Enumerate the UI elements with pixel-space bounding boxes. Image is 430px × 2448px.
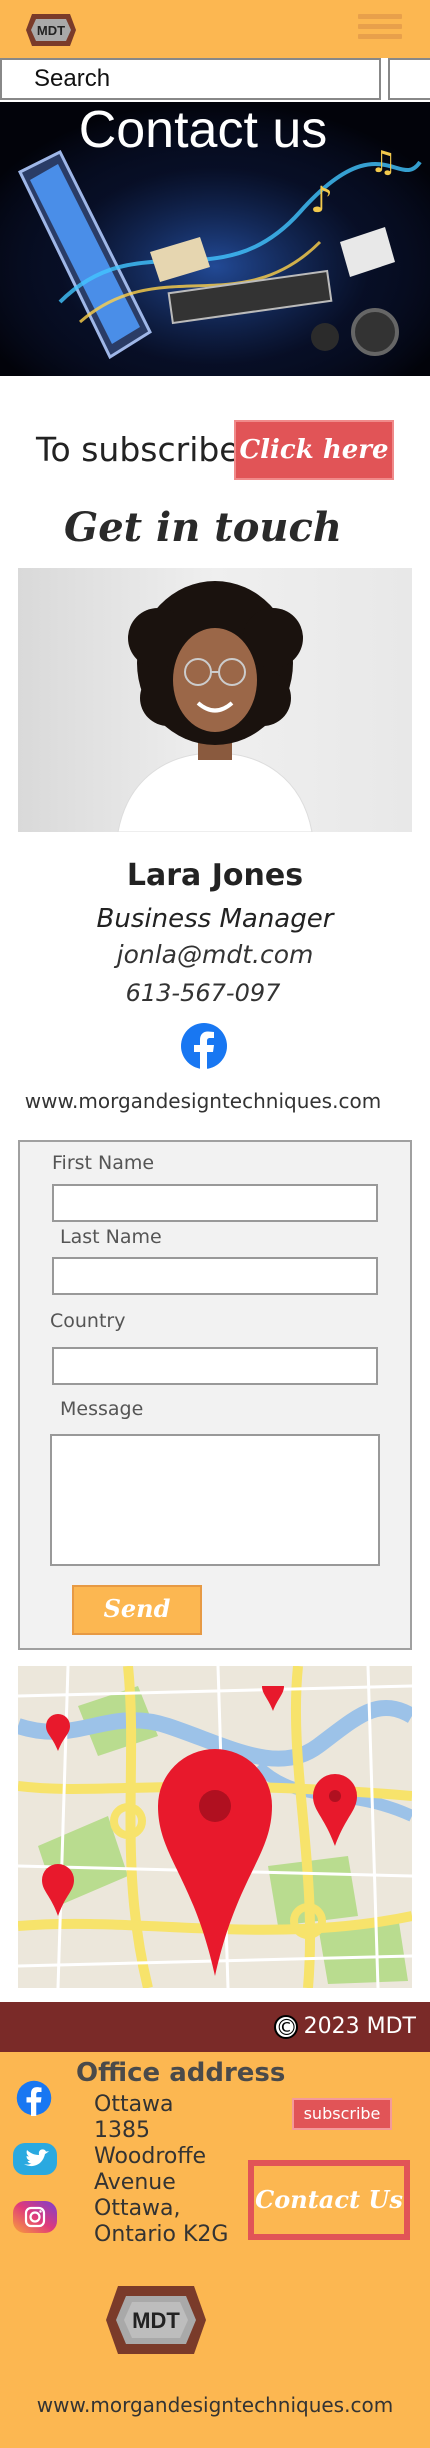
address-line: Ottawa bbox=[94, 2092, 174, 2117]
website-link[interactable]: www.morgandesigntechniques.com bbox=[0, 1089, 406, 1113]
search-input[interactable] bbox=[0, 58, 381, 100]
footer-subscribe-button[interactable]: subscribe bbox=[292, 2098, 392, 2130]
office-address: Ottawa 1385 Woodroffe Avenue Ottawa, Ont… bbox=[94, 2092, 244, 2248]
website-link[interactable]: www.morgandesigntechniques.com bbox=[0, 2393, 430, 2417]
mdt-logo[interactable]: MDT bbox=[24, 10, 78, 50]
country-label: Country bbox=[50, 1310, 126, 1332]
profile-photo bbox=[18, 568, 412, 832]
mdt-logo[interactable]: MDT bbox=[104, 2278, 208, 2362]
copyright-text: 2023 MDT bbox=[303, 2014, 416, 2039]
copyright-icon: © bbox=[273, 2014, 298, 2041]
svg-text:♪: ♪ bbox=[310, 180, 333, 221]
footer-contact-label: Contact Us bbox=[254, 2166, 404, 2234]
hero-title: Contact us bbox=[78, 101, 328, 159]
instagram-icon[interactable] bbox=[12, 2200, 58, 2234]
address-line: 1385 bbox=[94, 2118, 150, 2143]
svg-text:MDT: MDT bbox=[132, 2308, 180, 2333]
person-email[interactable]: jonla@mdt.com bbox=[0, 940, 430, 969]
person-name: Lara Jones bbox=[126, 858, 304, 893]
svg-text:MDT: MDT bbox=[37, 23, 65, 38]
section-heading: Get in touch bbox=[64, 504, 342, 551]
last-name-label: Last Name bbox=[60, 1226, 162, 1248]
first-name-label: First Name bbox=[52, 1152, 155, 1174]
first-name-field[interactable] bbox=[52, 1184, 378, 1222]
address-line: Woodroffe bbox=[94, 2144, 207, 2169]
last-name-field[interactable] bbox=[52, 1257, 378, 1295]
facebook-icon[interactable] bbox=[16, 2080, 52, 2116]
contact-form: First Name Last Name Country Message Sen… bbox=[18, 1140, 412, 1650]
footer-contact-button[interactable]: Contact Us bbox=[248, 2160, 410, 2240]
office-heading: Office address bbox=[76, 2058, 286, 2088]
message-label: Message bbox=[60, 1398, 144, 1420]
subscribe-button[interactable]: Click here ! bbox=[234, 420, 394, 521]
search-button[interactable] bbox=[388, 58, 430, 100]
message-field[interactable] bbox=[50, 1434, 380, 1566]
twitter-icon[interactable] bbox=[12, 2142, 58, 2176]
location-map[interactable] bbox=[18, 1666, 412, 1988]
person-phone[interactable]: 613-567-097 bbox=[0, 979, 406, 1007]
person-role: Business Manager bbox=[96, 904, 334, 934]
address-line: Ontario K2G bbox=[94, 2222, 229, 2247]
hamburger-icon[interactable] bbox=[358, 14, 402, 46]
subscribe-text: To subscribe bbox=[36, 430, 240, 469]
address-line: Avenue bbox=[94, 2170, 176, 2195]
send-button[interactable]: Send bbox=[72, 1585, 202, 1635]
copyright: © 2023 MDT bbox=[273, 2014, 416, 2041]
address-line: Ottawa, bbox=[94, 2196, 181, 2221]
facebook-icon[interactable] bbox=[180, 1022, 228, 1070]
country-field[interactable] bbox=[52, 1347, 378, 1385]
